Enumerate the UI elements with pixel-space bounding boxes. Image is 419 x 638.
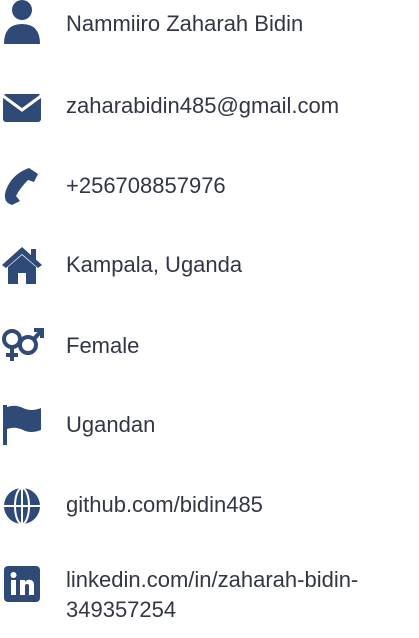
globe-icon xyxy=(0,484,44,528)
gender-icon xyxy=(0,323,44,367)
location-text: Kampala, Uganda xyxy=(66,252,243,277)
contact-name: Nammiiro Zaharah Bidin xyxy=(66,11,304,36)
phone-number[interactable]: +256708857976 xyxy=(66,171,226,201)
linkedin-link[interactable]: linkedin.com/in/zaharah-bidin-349357254 xyxy=(66,565,416,625)
flag-icon xyxy=(0,402,44,446)
gender-text: Female xyxy=(66,333,140,358)
github-link[interactable]: github.com/bidin485 xyxy=(66,490,263,520)
envelope-icon xyxy=(0,86,44,130)
phone-icon xyxy=(0,164,44,208)
email-link[interactable]: zaharabidin485@gmail.com xyxy=(66,91,339,121)
person-icon xyxy=(0,0,44,44)
home-icon xyxy=(0,243,44,287)
nationality-text: Ugandan xyxy=(66,412,156,437)
linkedin-icon xyxy=(0,562,44,606)
